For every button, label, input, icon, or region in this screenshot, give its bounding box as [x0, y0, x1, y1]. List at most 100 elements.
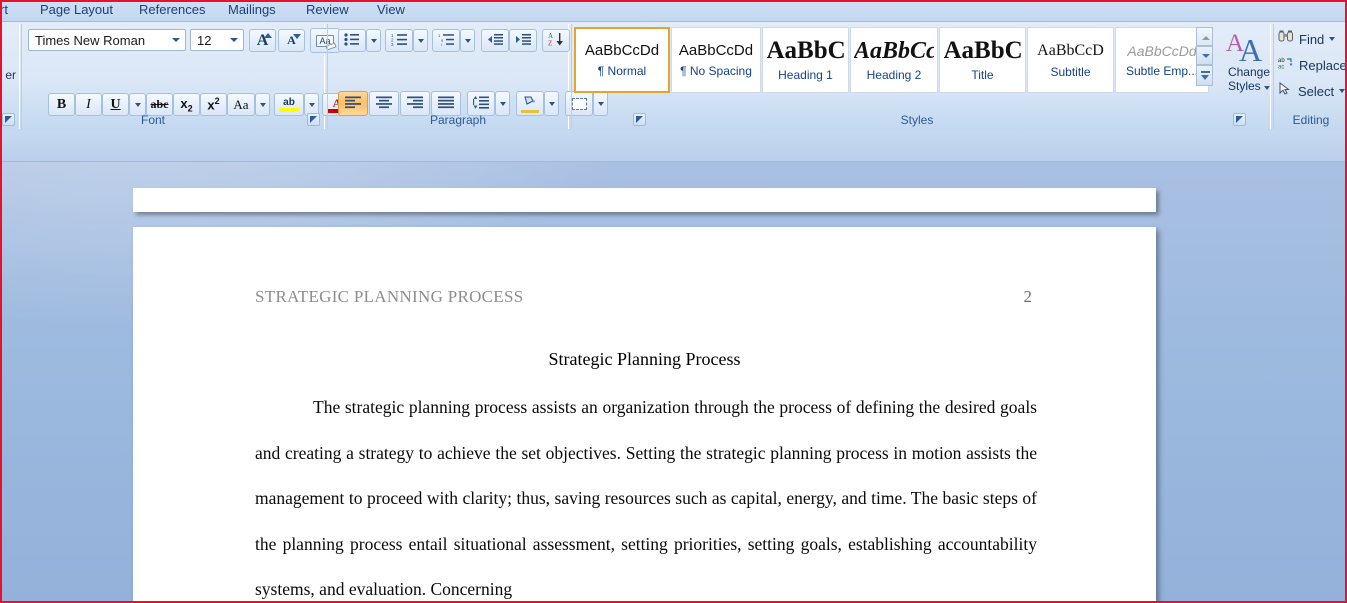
- group-editing: Find ab ac Replace Select Editing: [1273, 24, 1347, 129]
- replace-button[interactable]: ab ac Replace: [1278, 54, 1347, 76]
- numbering-options-button[interactable]: [413, 29, 428, 52]
- select-button[interactable]: Select: [1278, 80, 1346, 102]
- styles-dialog-launcher[interactable]: [1233, 113, 1246, 126]
- chevron-down-icon: [1264, 86, 1271, 90]
- tab-references[interactable]: References: [130, 0, 214, 21]
- clipboard-label-fragment: er: [5, 68, 16, 82]
- svg-text:A: A: [1239, 32, 1262, 65]
- find-button[interactable]: Find: [1278, 28, 1336, 50]
- group-font: Times New Roman 12 A A Aa B I U abc x2 x…: [21, 24, 366, 129]
- document-title: Strategic Planning Process: [548, 349, 741, 369]
- tab-view[interactable]: View: [368, 0, 414, 21]
- style-preview: AaBbCcDd: [678, 42, 754, 59]
- style-item-title[interactable]: AaBbC Title: [939, 27, 1026, 93]
- document-workspace: STRATEGIC PLANNING PROCESS 2 Strategic P…: [0, 162, 1347, 603]
- document-page-number: 2: [1023, 287, 1033, 306]
- svg-text:i: i: [441, 42, 442, 46]
- grow-font-button[interactable]: A: [249, 29, 276, 52]
- replace-label: Replace: [1299, 57, 1347, 73]
- style-item-heading-1[interactable]: AaBbC Heading 1: [762, 27, 849, 93]
- document-body-text: The strategic planning process assists a…: [255, 397, 1037, 599]
- align-left-icon: [344, 96, 362, 112]
- change-styles-label-line2: Styles: [1228, 79, 1271, 93]
- find-label: Find: [1299, 31, 1325, 47]
- change-case-icon: Aa: [233, 96, 249, 112]
- style-item-heading-2[interactable]: AaBbCc Heading 2: [850, 27, 938, 93]
- scroll-up-arrow-icon: [1202, 36, 1210, 40]
- ribbon-tab-strip: rt Page Layout References Mailings Revie…: [0, 0, 1347, 21]
- svg-text:ac: ac: [1278, 65, 1284, 70]
- tab-review[interactable]: Review: [297, 0, 358, 21]
- bold-icon: B: [56, 96, 67, 112]
- decrease-indent-button[interactable]: [481, 29, 509, 52]
- numbering-button[interactable]: 1 2 3: [385, 29, 413, 52]
- decrease-indent-icon: [487, 33, 504, 49]
- style-item-no-spacing[interactable]: AaBbCcDd ¶ No Spacing: [671, 27, 761, 93]
- styles-scroll-down-button[interactable]: [1196, 46, 1213, 65]
- svg-text:3: 3: [391, 42, 394, 46]
- style-label: Subtle Emp...: [1125, 63, 1199, 78]
- tab-mailings[interactable]: Mailings: [219, 0, 285, 21]
- paragraph-group-label: Paragraph: [429, 113, 487, 127]
- line-spacing-icon: [472, 95, 490, 112]
- increase-indent-button[interactable]: [509, 29, 537, 52]
- font-size-combo[interactable]: 12: [190, 29, 244, 51]
- replace-icon: ab ac: [1278, 56, 1294, 74]
- font-dialog-launcher[interactable]: [307, 113, 320, 126]
- subscript-icon: x2: [180, 95, 193, 114]
- strikethrough-icon: abc: [150, 97, 169, 111]
- change-styles-label-line1: Change: [1227, 65, 1271, 79]
- change-styles-button[interactable]: A A Change Styles: [1218, 27, 1280, 119]
- tab-page-layout[interactable]: Page Layout: [31, 0, 122, 21]
- align-center-icon: [375, 96, 393, 112]
- chevron-down-icon: [308, 102, 315, 107]
- underline-icon: U: [110, 96, 121, 112]
- styles-more-button[interactable]: [1196, 65, 1213, 86]
- binoculars-icon: [1278, 30, 1294, 48]
- italic-icon: I: [86, 96, 91, 112]
- style-label: Subtitle: [1050, 64, 1091, 79]
- bullets-options-button[interactable]: [366, 29, 381, 52]
- shrink-font-button[interactable]: A: [278, 29, 305, 52]
- cursor-arrow-icon: [1278, 81, 1293, 100]
- style-preview: AaBbCcD: [1037, 41, 1104, 59]
- font-name-chevron-down-icon: [172, 38, 180, 42]
- shrink-font-down-arrow-icon: [293, 34, 301, 39]
- chevron-down-icon: [548, 101, 555, 106]
- group-paragraph: 1 2 3 1 a i A Z Paragraph: [327, 24, 646, 129]
- style-label: Heading 1: [778, 67, 833, 82]
- superscript-icon: x2: [207, 96, 220, 113]
- svg-text:ab: ab: [1278, 58, 1285, 64]
- styles-scroll-up-button[interactable]: [1196, 27, 1213, 46]
- increase-indent-icon: [515, 33, 532, 49]
- tab-insert[interactable]: rt: [0, 0, 17, 21]
- bullets-button[interactable]: [338, 29, 366, 52]
- ribbon-content: er Times New Roman 12 A A Aa B I U abc x…: [0, 21, 1347, 131]
- style-preview: AaBbCcDd: [1127, 42, 1197, 59]
- chevron-down-icon: [417, 38, 424, 43]
- chevron-down-icon: [259, 102, 266, 107]
- style-preview: AaBbCcDd: [584, 42, 660, 59]
- font-name-combo[interactable]: Times New Roman: [28, 29, 186, 51]
- previous-page-bottom: [133, 188, 1156, 212]
- chevron-down-icon: [134, 102, 141, 107]
- sort-button[interactable]: A Z: [542, 29, 570, 52]
- align-left-button[interactable]: [338, 91, 368, 116]
- font-size-value: 12: [197, 32, 212, 48]
- style-item-subtitle[interactable]: AaBbCcD Subtitle: [1027, 27, 1114, 93]
- document-page[interactable]: STRATEGIC PLANNING PROCESS 2 Strategic P…: [133, 227, 1156, 603]
- style-item-normal[interactable]: AaBbCcDd ¶ Normal: [574, 27, 670, 93]
- document-body-paragraph[interactable]: The strategic planning process assists a…: [255, 385, 1037, 603]
- bullets-icon: [344, 32, 360, 49]
- more-bar-icon: [1201, 71, 1210, 73]
- multilevel-list-options-button[interactable]: [460, 29, 475, 52]
- style-preview: AaBbC: [766, 38, 845, 63]
- font-size-chevron-down-icon: [230, 38, 238, 42]
- scroll-down-arrow-icon: [1202, 54, 1210, 58]
- chevron-down-icon: [1329, 37, 1336, 41]
- style-item-subtle-emphasis[interactable]: AaBbCcDd Subtle Emp...: [1115, 27, 1209, 93]
- multilevel-list-button[interactable]: 1 a i: [432, 29, 460, 52]
- font-name-value: Times New Roman: [35, 32, 146, 48]
- chevron-down-icon: [370, 38, 377, 43]
- chevron-down-icon: [464, 38, 471, 43]
